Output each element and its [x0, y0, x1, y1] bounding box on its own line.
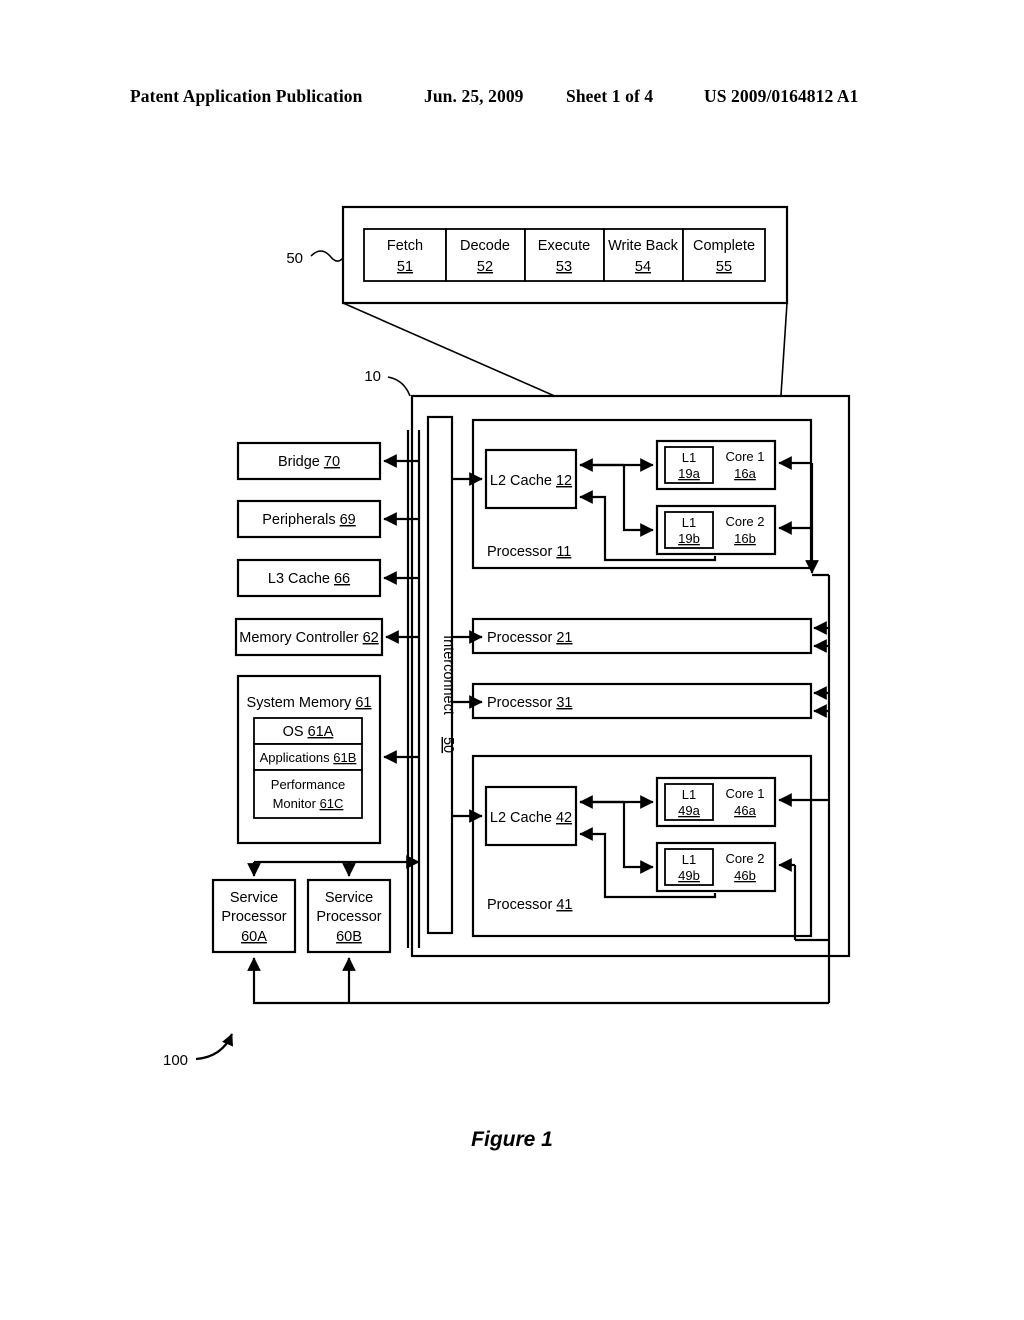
pipeline-stage-label-complete: Complete	[693, 238, 755, 254]
service-processor-a-ref: 60A	[241, 929, 267, 945]
service-processor-a-return-bus	[247, 957, 829, 1005]
l3-cache-label: L3 Cache 66	[268, 571, 350, 587]
l1-49a-label: L1	[682, 787, 696, 802]
core-46a-ref: 46a	[734, 803, 756, 818]
interconnect-ref: 50	[440, 737, 456, 753]
figure-caption: Figure 1	[471, 1128, 553, 1151]
core-16b-label: Core 2	[725, 514, 764, 529]
block-memory-controller: Memory Controller 62	[234, 617, 419, 657]
processor-41-label: Processor 41	[487, 897, 572, 913]
pipeline-stage-ref-decode: 52	[477, 259, 493, 275]
chip-reference-numeral: 10	[364, 368, 381, 385]
pipeline-stage-ref-writeback: 54	[635, 259, 651, 275]
core-16a-label: Core 1	[725, 449, 764, 464]
service-processor-a-line1: Service	[230, 890, 278, 906]
os-label: OS 61A	[283, 724, 334, 740]
l1-49b-label: L1	[682, 852, 696, 867]
service-processor-a-line2: Processor	[221, 909, 286, 925]
block-service-processor-a: Service Processor 60A	[211, 878, 297, 954]
figure-1-diagram: Fetch 51 Decode 52 Execute 53 Write Back…	[163, 205, 851, 1069]
processor-31-group: Processor 31	[452, 682, 829, 720]
processor-11-group: Processor 11 L2 Cache 12 L1 19a Core 1 1…	[452, 418, 829, 577]
service-processor-b-line2: Processor	[316, 909, 381, 925]
performance-monitor-label-line1: Performance	[271, 777, 345, 792]
memory-controller-label: Memory Controller 62	[239, 630, 378, 646]
bridge-label: Bridge 70	[278, 454, 340, 470]
interconnect-group: Interconnect 50	[426, 415, 456, 935]
pipeline-stage-ref-complete: 55	[716, 259, 732, 275]
peripherals-label: Peripherals 69	[262, 512, 356, 528]
system-reference-numeral: 100	[163, 1052, 188, 1069]
service-processor-b-ref: 60B	[336, 929, 362, 945]
core-46b-ref: 46b	[734, 868, 756, 883]
l1-49a-ref: 49a	[678, 803, 700, 818]
block-l3-cache: L3 Cache 66	[236, 558, 419, 598]
pipeline-stage-ref-execute: 53	[556, 259, 572, 275]
processor-31-label: Processor 31	[487, 695, 572, 711]
l1-19a-ref: 19a	[678, 466, 700, 481]
applications-label: Applications 61B	[260, 750, 357, 765]
block-peripherals: Peripherals 69	[236, 499, 419, 539]
pipeline-stage-ref-fetch: 51	[397, 259, 413, 275]
pipeline-reference-numeral: 50	[286, 250, 303, 267]
performance-monitor-label-line2: Monitor 61C	[273, 796, 344, 811]
system-reference-arrow	[195, 1033, 234, 1061]
core-46b-label: Core 2	[725, 851, 764, 866]
l1-19b-label: L1	[682, 515, 696, 530]
pipeline-stage-label-writeback: Write Back	[608, 238, 679, 254]
core-16b-ref: 16b	[734, 531, 756, 546]
patent-page: Patent Application Publication Jun. 25, …	[0, 0, 1024, 1320]
l1-49b-ref: 49b	[678, 868, 700, 883]
l2-cache-12-label: L2 Cache 12	[490, 473, 572, 489]
pipeline-stage-label-fetch: Fetch	[387, 238, 423, 254]
processor-21-group: Processor 21	[452, 617, 829, 655]
processor-41-group: Processor 41 L2 Cache 42 L1 49a Core 1 4…	[452, 754, 829, 942]
block-bridge: Bridge 70	[236, 441, 419, 481]
system-memory-label: System Memory 61	[247, 695, 372, 711]
core-46a-label: Core 1	[725, 786, 764, 801]
processor-21-label: Processor 21	[487, 630, 572, 646]
core-16a-ref: 16a	[734, 466, 756, 481]
block-service-processor-b: Service Processor 60B	[306, 878, 392, 954]
processor-11-label: Processor 11	[487, 544, 571, 560]
pipeline-stage-label-decode: Decode	[460, 238, 510, 254]
system-reference-group: 100	[163, 1033, 234, 1069]
l2-cache-42-label: L2 Cache 42	[490, 810, 572, 826]
block-system-memory: System Memory 61 OS 61A Applications 61B…	[236, 674, 419, 845]
chip-leader-curve	[387, 376, 411, 397]
service-processor-b-line1: Service	[325, 890, 373, 906]
l1-19a-label: L1	[682, 450, 696, 465]
pipeline-stage-label-execute: Execute	[538, 238, 590, 254]
pipeline-leader-squiggle	[310, 250, 344, 262]
l1-19b-ref: 19b	[678, 531, 700, 546]
